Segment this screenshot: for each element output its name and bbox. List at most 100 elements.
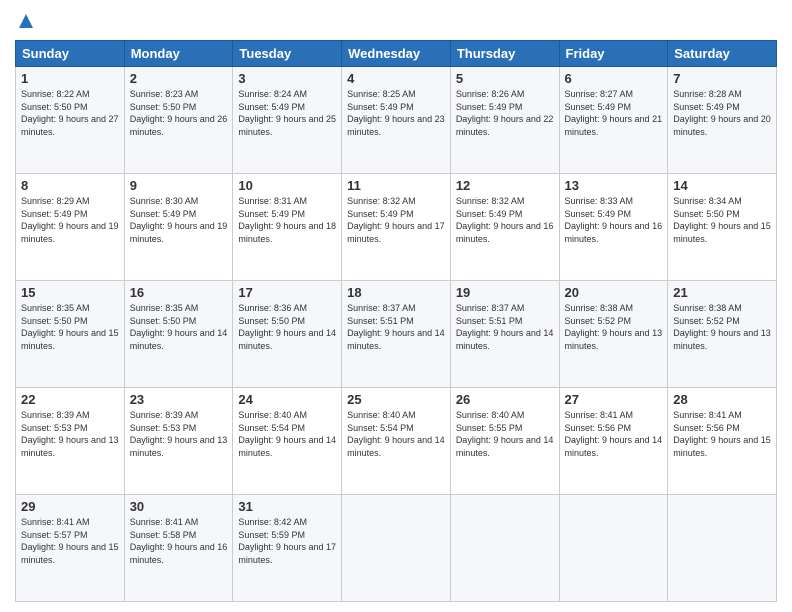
calendar-day-cell: 19 Sunrise: 8:37 AMSunset: 5:51 PMDayligh… <box>450 281 559 388</box>
calendar-day-cell: 21 Sunrise: 8:38 AMSunset: 5:52 PMDayligh… <box>668 281 777 388</box>
day-number: 18 <box>347 285 445 300</box>
logo <box>15 10 37 32</box>
day-info: Sunrise: 8:30 AMSunset: 5:49 PMDaylight:… <box>130 195 228 245</box>
calendar-day-cell: 15Sunrise: 8:35 AMSunset: 5:50 PMDayligh… <box>16 281 125 388</box>
calendar-day-cell: 10 Sunrise: 8:31 AMSunset: 5:49 PMDayligh… <box>233 174 342 281</box>
calendar-day-cell: 2 Sunrise: 8:23 AMSunset: 5:50 PMDaylight… <box>124 67 233 174</box>
calendar-day-cell <box>342 495 451 602</box>
day-number: 6 <box>565 71 663 86</box>
calendar-day-cell <box>559 495 668 602</box>
day-info: Sunrise: 8:37 AMSunset: 5:51 PMDaylight:… <box>456 302 554 352</box>
day-number: 31 <box>238 499 336 514</box>
logo-area <box>15 10 37 32</box>
calendar-day-cell: 25 Sunrise: 8:40 AMSunset: 5:54 PMDayligh… <box>342 388 451 495</box>
col-tuesday: Tuesday <box>233 41 342 67</box>
day-info: Sunrise: 8:32 AMSunset: 5:49 PMDaylight:… <box>456 195 554 245</box>
day-number: 26 <box>456 392 554 407</box>
day-info: Sunrise: 8:32 AMSunset: 5:49 PMDaylight:… <box>347 195 445 245</box>
day-number: 19 <box>456 285 554 300</box>
day-number: 2 <box>130 71 228 86</box>
day-info: Sunrise: 8:41 AMSunset: 5:58 PMDaylight:… <box>130 516 228 566</box>
day-number: 22 <box>21 392 119 407</box>
calendar-day-cell: 1 Sunrise: 8:22 AMSunset: 5:50 PMDaylight… <box>16 67 125 174</box>
calendar-day-cell: 20 Sunrise: 8:38 AMSunset: 5:52 PMDayligh… <box>559 281 668 388</box>
day-info: Sunrise: 8:35 AMSunset: 5:50 PMDaylight:… <box>130 302 228 352</box>
day-info: Sunrise: 8:22 AMSunset: 5:50 PMDaylight:… <box>21 88 119 138</box>
day-number: 23 <box>130 392 228 407</box>
day-number: 27 <box>565 392 663 407</box>
day-number: 29 <box>21 499 119 514</box>
calendar-day-cell <box>450 495 559 602</box>
calendar-week-row: 1 Sunrise: 8:22 AMSunset: 5:50 PMDaylight… <box>16 67 777 174</box>
page: Sunday Monday Tuesday Wednesday Thursday… <box>0 0 792 612</box>
day-info: Sunrise: 8:39 AMSunset: 5:53 PMDaylight:… <box>21 409 119 459</box>
day-info: Sunrise: 8:34 AMSunset: 5:50 PMDaylight:… <box>673 195 771 245</box>
day-number: 12 <box>456 178 554 193</box>
day-number: 8 <box>21 178 119 193</box>
day-number: 20 <box>565 285 663 300</box>
calendar-day-cell: 3 Sunrise: 8:24 AMSunset: 5:49 PMDaylight… <box>233 67 342 174</box>
day-number: 30 <box>130 499 228 514</box>
col-sunday: Sunday <box>16 41 125 67</box>
day-number: 11 <box>347 178 445 193</box>
day-info: Sunrise: 8:38 AMSunset: 5:52 PMDaylight:… <box>565 302 663 352</box>
calendar-week-row: 22 Sunrise: 8:39 AMSunset: 5:53 PMDayligh… <box>16 388 777 495</box>
calendar-day-cell: 31 Sunrise: 8:42 AMSunset: 5:59 PMDayligh… <box>233 495 342 602</box>
day-number: 15 <box>21 285 119 300</box>
day-number: 28 <box>673 392 771 407</box>
calendar-day-cell: 17 Sunrise: 8:36 AMSunset: 5:50 PMDayligh… <box>233 281 342 388</box>
col-wednesday: Wednesday <box>342 41 451 67</box>
day-info: Sunrise: 8:23 AMSunset: 5:50 PMDaylight:… <box>130 88 228 138</box>
day-info: Sunrise: 8:41 AMSunset: 5:56 PMDaylight:… <box>673 409 771 459</box>
day-info: Sunrise: 8:33 AMSunset: 5:49 PMDaylight:… <box>565 195 663 245</box>
calendar-day-cell: 5Sunrise: 8:26 AMSunset: 5:49 PMDaylight… <box>450 67 559 174</box>
calendar-day-cell: 8 Sunrise: 8:29 AMSunset: 5:49 PMDaylight… <box>16 174 125 281</box>
day-number: 25 <box>347 392 445 407</box>
day-number: 10 <box>238 178 336 193</box>
day-number: 1 <box>21 71 119 86</box>
day-number: 7 <box>673 71 771 86</box>
header <box>15 10 777 32</box>
day-info: Sunrise: 8:40 AMSunset: 5:54 PMDaylight:… <box>347 409 445 459</box>
day-info: Sunrise: 8:39 AMSunset: 5:53 PMDaylight:… <box>130 409 228 459</box>
col-thursday: Thursday <box>450 41 559 67</box>
calendar-header: Sunday Monday Tuesday Wednesday Thursday… <box>16 41 777 67</box>
day-info: Sunrise: 8:27 AMSunset: 5:49 PMDaylight:… <box>565 88 663 138</box>
calendar-week-row: 29Sunrise: 8:41 AMSunset: 5:57 PMDayligh… <box>16 495 777 602</box>
calendar-day-cell: 13Sunrise: 8:33 AMSunset: 5:49 PMDayligh… <box>559 174 668 281</box>
calendar-day-cell: 30 Sunrise: 8:41 AMSunset: 5:58 PMDayligh… <box>124 495 233 602</box>
day-number: 16 <box>130 285 228 300</box>
day-number: 17 <box>238 285 336 300</box>
calendar-day-cell: 23 Sunrise: 8:39 AMSunset: 5:53 PMDayligh… <box>124 388 233 495</box>
day-info: Sunrise: 8:29 AMSunset: 5:49 PMDaylight:… <box>21 195 119 245</box>
day-number: 14 <box>673 178 771 193</box>
day-info: Sunrise: 8:38 AMSunset: 5:52 PMDaylight:… <box>673 302 771 352</box>
calendar-week-row: 15 Sunrise: 8:35 AMSunset: 5:50 PMDayligh… <box>16 281 777 388</box>
day-number: 3 <box>238 71 336 86</box>
col-saturday: Saturday <box>668 41 777 67</box>
calendar-day-cell: 18 Sunrise: 8:37 AMSunset: 5:51 PMDayligh… <box>342 281 451 388</box>
col-friday: Friday <box>559 41 668 67</box>
day-info: Sunrise: 8:26 AMSunset: 5:49 PMDaylight:… <box>456 88 554 138</box>
calendar-day-cell: 12 Sunrise: 8:32 AMSunset: 5:49 PMDayligh… <box>450 174 559 281</box>
col-monday: Monday <box>124 41 233 67</box>
calendar-day-cell: 28 Sunrise: 8:41 AMSunset: 5:56 PMDayligh… <box>668 388 777 495</box>
day-info: Sunrise: 8:36 AMSunset: 5:50 PMDaylight:… <box>238 302 336 352</box>
day-number: 21 <box>673 285 771 300</box>
day-info: Sunrise: 8:24 AMSunset: 5:49 PMDaylight:… <box>238 88 336 138</box>
calendar-day-cell: 22 Sunrise: 8:39 AMSunset: 5:53 PMDayligh… <box>16 388 125 495</box>
day-info: Sunrise: 8:40 AMSunset: 5:55 PMDaylight:… <box>456 409 554 459</box>
calendar-week-row: 8 Sunrise: 8:29 AMSunset: 5:49 PMDaylight… <box>16 174 777 281</box>
day-info: Sunrise: 8:41 AMSunset: 5:56 PMDaylight:… <box>565 409 663 459</box>
day-number: 4 <box>347 71 445 86</box>
logo-icon <box>15 10 37 32</box>
calendar-day-cell: 14 Sunrise: 8:34 AMSunset: 5:50 PMDayligh… <box>668 174 777 281</box>
calendar-day-cell: 6 Sunrise: 8:27 AMSunset: 5:49 PMDaylight… <box>559 67 668 174</box>
day-info: Sunrise: 8:42 AMSunset: 5:59 PMDaylight:… <box>238 516 336 566</box>
day-info: Sunrise: 8:31 AMSunset: 5:49 PMDaylight:… <box>238 195 336 245</box>
calendar-body: 1 Sunrise: 8:22 AMSunset: 5:50 PMDaylight… <box>16 67 777 602</box>
calendar-day-cell: 29Sunrise: 8:41 AMSunset: 5:57 PMDayligh… <box>16 495 125 602</box>
calendar-day-cell <box>668 495 777 602</box>
calendar-day-cell: 11 Sunrise: 8:32 AMSunset: 5:49 PMDayligh… <box>342 174 451 281</box>
day-info: Sunrise: 8:37 AMSunset: 5:51 PMDaylight:… <box>347 302 445 352</box>
